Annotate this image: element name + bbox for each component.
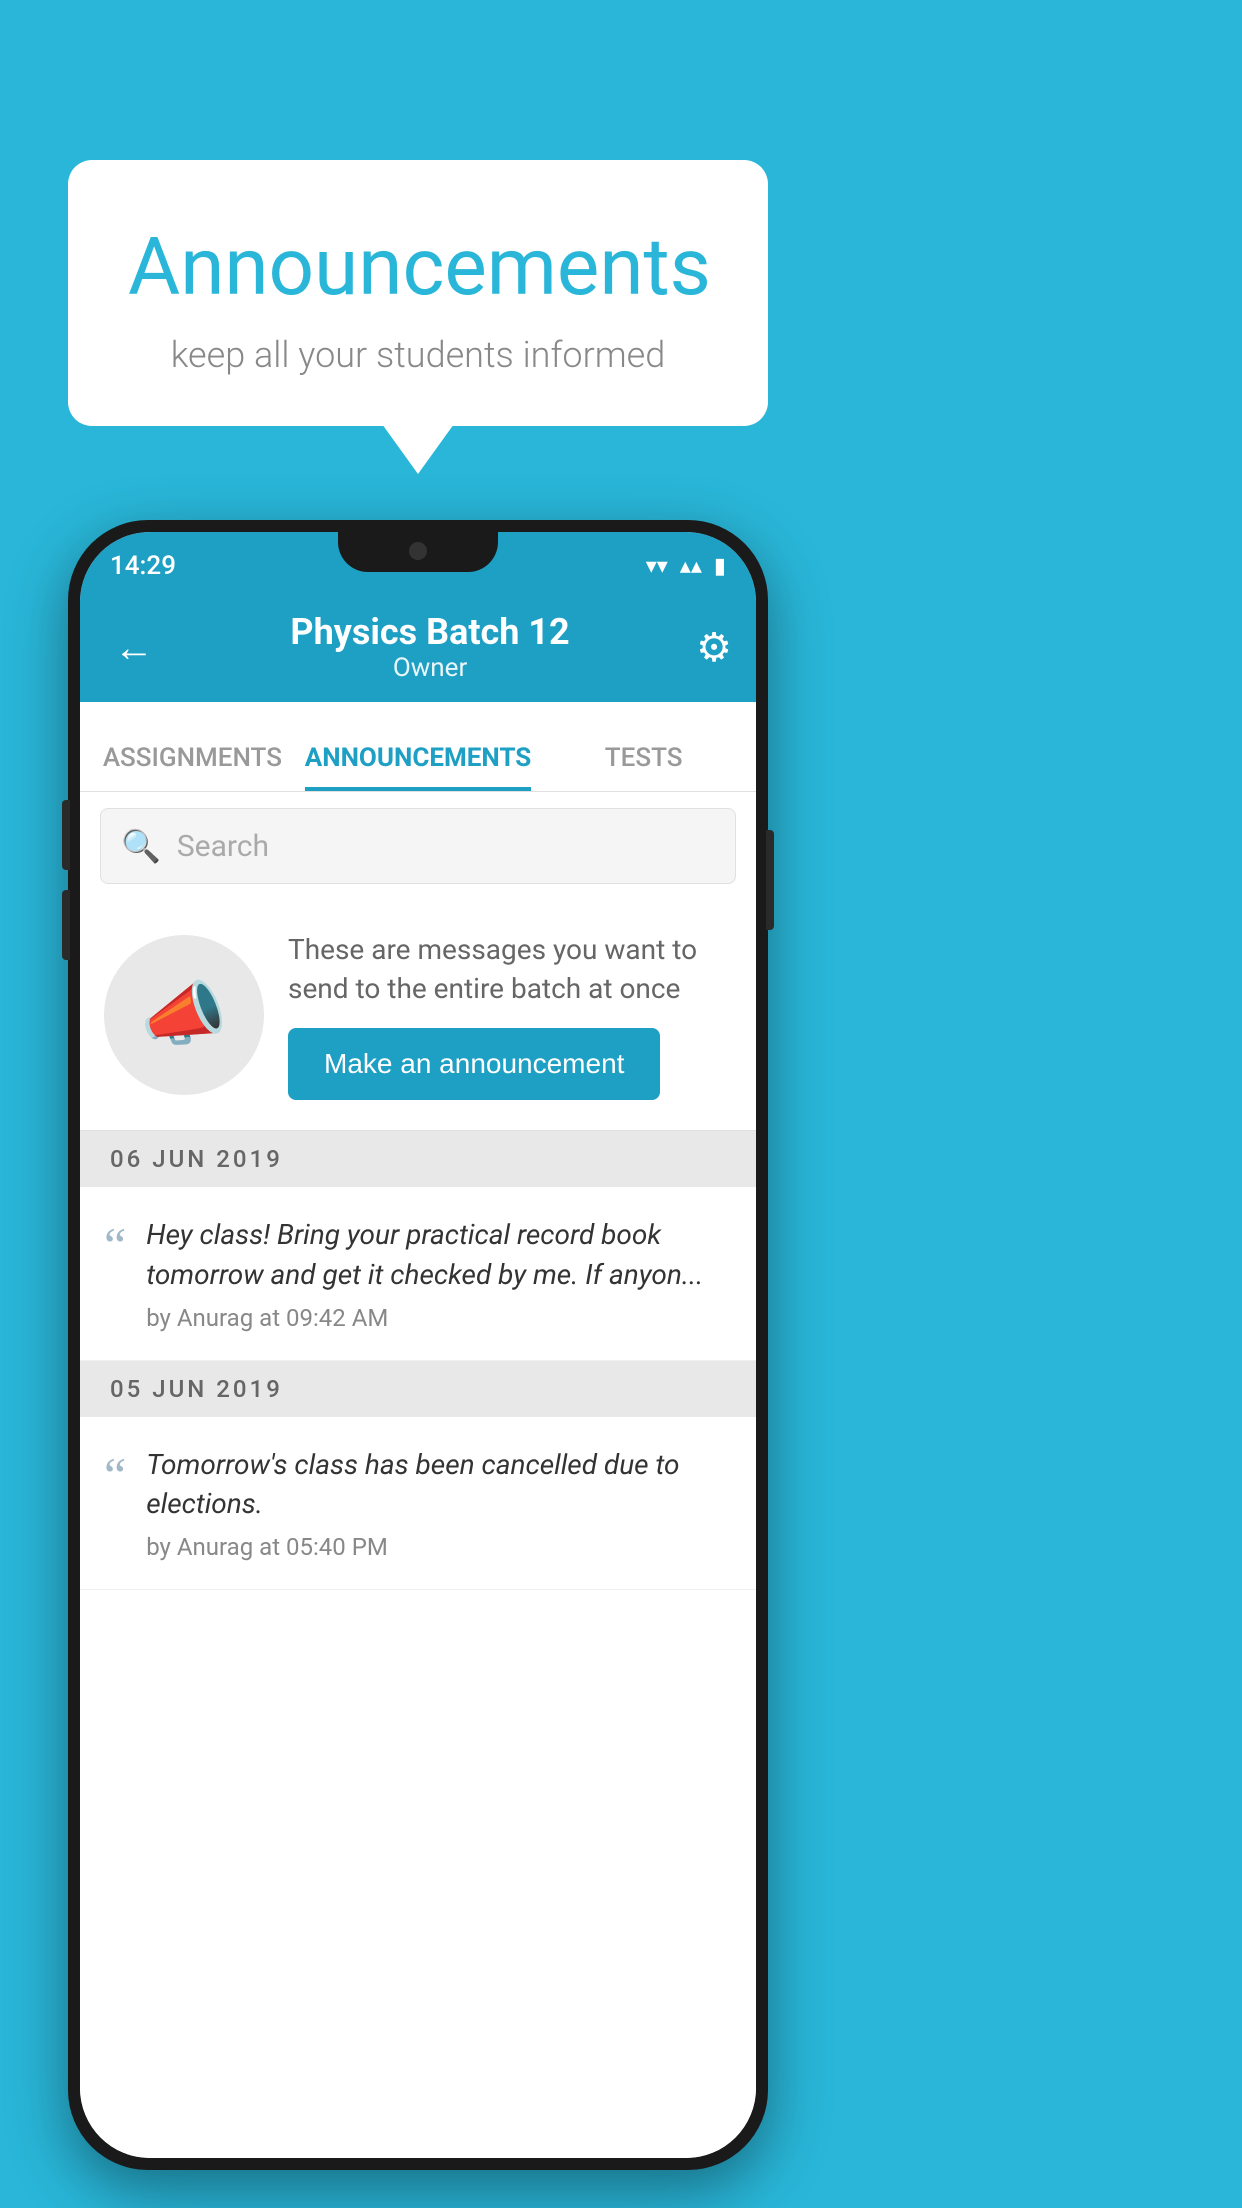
megaphone-icon: 📣 bbox=[140, 974, 227, 1056]
tabs-container: ASSIGNMENTS ANNOUNCEMENTS TESTS bbox=[80, 702, 756, 792]
date-separator-1: 06 JUN 2019 bbox=[80, 1131, 756, 1187]
announcement-prompt-content: These are messages you want to send to t… bbox=[288, 930, 732, 1100]
status-icons: ▾▾ ▴▴ ▮ bbox=[646, 554, 726, 579]
tab-tests[interactable]: TESTS bbox=[531, 743, 756, 791]
back-button[interactable]: ← bbox=[104, 614, 164, 681]
app-bar-title-container: Physics Batch 12 Owner bbox=[164, 611, 696, 683]
content-area: 🔍 Search 📣 These are messages you want t… bbox=[80, 792, 756, 2158]
status-time: 14:29 bbox=[110, 551, 176, 581]
make-announcement-button[interactable]: Make an announcement bbox=[288, 1028, 660, 1100]
app-bar: ← Physics Batch 12 Owner ⚙ bbox=[80, 592, 756, 702]
announcement-content-2: Tomorrow's class has been cancelled due … bbox=[146, 1445, 732, 1561]
announcement-content-1: Hey class! Bring your practical record b… bbox=[146, 1215, 732, 1331]
front-camera bbox=[409, 542, 427, 560]
announcement-item-1[interactable]: “ Hey class! Bring your practical record… bbox=[80, 1187, 756, 1360]
volume-up-button bbox=[62, 800, 70, 870]
quote-icon-2: “ bbox=[104, 1445, 126, 1500]
announcement-meta-1: by Anurag at 09:42 AM bbox=[146, 1304, 732, 1332]
search-bar[interactable]: 🔍 Search bbox=[100, 808, 736, 884]
signal-icon: ▴▴ bbox=[680, 554, 702, 579]
app-bar-subtitle: Owner bbox=[164, 653, 696, 683]
megaphone-circle: 📣 bbox=[104, 935, 264, 1095]
phone-mockup: 14:29 ▾▾ ▴▴ ▮ ← Physics Batch 12 Owner ⚙ bbox=[68, 520, 768, 2170]
announcement-meta-2: by Anurag at 05:40 PM bbox=[146, 1533, 732, 1561]
announcement-text-2: Tomorrow's class has been cancelled due … bbox=[146, 1445, 732, 1523]
announcement-text-1: Hey class! Bring your practical record b… bbox=[146, 1215, 732, 1293]
bubble-title: Announcements bbox=[128, 220, 708, 314]
battery-icon: ▮ bbox=[714, 554, 726, 579]
phone-notch bbox=[338, 532, 498, 572]
wifi-icon: ▾▾ bbox=[646, 554, 668, 579]
announcement-item-2[interactable]: “ Tomorrow's class has been cancelled du… bbox=[80, 1417, 756, 1590]
app-bar-title: Physics Batch 12 bbox=[164, 611, 696, 653]
tab-announcements[interactable]: ANNOUNCEMENTS bbox=[305, 743, 531, 791]
announcement-prompt: 📣 These are messages you want to send to… bbox=[80, 900, 756, 1131]
settings-icon[interactable]: ⚙ bbox=[696, 624, 732, 671]
quote-icon-1: “ bbox=[104, 1215, 126, 1270]
volume-down-button bbox=[62, 890, 70, 960]
bubble-subtitle: keep all your students informed bbox=[128, 334, 708, 376]
phone-outer: 14:29 ▾▾ ▴▴ ▮ ← Physics Batch 12 Owner ⚙ bbox=[68, 520, 768, 2170]
speech-bubble-container: Announcements keep all your students inf… bbox=[68, 160, 768, 426]
tab-assignments[interactable]: ASSIGNMENTS bbox=[80, 743, 305, 791]
phone-screen: 14:29 ▾▾ ▴▴ ▮ ← Physics Batch 12 Owner ⚙ bbox=[80, 532, 756, 2158]
date-separator-2: 05 JUN 2019 bbox=[80, 1361, 756, 1417]
speech-bubble: Announcements keep all your students inf… bbox=[68, 160, 768, 426]
search-icon: 🔍 bbox=[121, 827, 161, 865]
search-placeholder: Search bbox=[177, 829, 269, 864]
announcement-prompt-description: These are messages you want to send to t… bbox=[288, 930, 732, 1008]
power-button bbox=[766, 830, 774, 930]
